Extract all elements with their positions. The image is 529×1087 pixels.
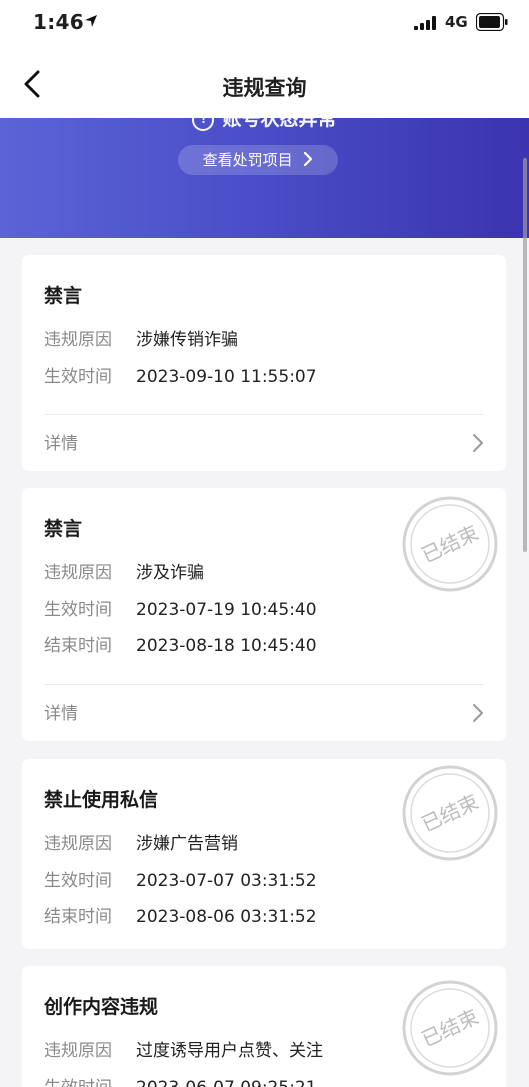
violation-type: 禁言: [44, 518, 83, 540]
effective-time-row: 生效时间2023-06-07 09:25:21: [44, 1073, 317, 1087]
details-link[interactable]: 详情: [22, 685, 506, 741]
row-value: 2023-08-06 03:31:52: [136, 907, 317, 927]
row-value: 涉嫌广告营销: [136, 834, 238, 854]
violation-reason-row: 违规原因 涉及诈骗: [44, 558, 204, 583]
account-status-banner: ! 账号状态异常 查看处罚项目: [0, 118, 529, 238]
end-time-row: 结束时间 2023-08-18 10:45:40: [44, 631, 317, 656]
page-title: 违规查询: [222, 76, 307, 100]
violation-card: 创作内容违规 已结束 违规原因 过度诱导用户点赞、关注 生效时间2023-06-0…: [22, 966, 506, 1087]
row-label: 违规原因: [44, 330, 112, 350]
violation-reason-row: 违规原因 过度诱导用户点赞、关注: [44, 1036, 323, 1061]
effective-time-row: 生效时间 2023-07-19 10:45:40: [44, 595, 317, 620]
violation-reason-row: 违规原因 涉嫌传销诈骗: [44, 325, 238, 350]
row-label: 违规原因: [44, 834, 112, 854]
violation-type: 创作内容违规: [44, 996, 159, 1018]
view-penalties-button[interactable]: 查看处罚项目: [178, 145, 338, 175]
status-time: 1:46: [33, 10, 84, 34]
details-label: 详情: [44, 704, 78, 724]
violation-card: 禁言 已结束 违规原因 涉及诈骗 生效时间 2023-07-19 10:45:40 …: [22, 488, 506, 741]
nav-bar: 违规查询: [0, 52, 529, 118]
row-label: 结束时间: [44, 636, 112, 656]
row-value: 2023-08-18 10:45:40: [136, 636, 317, 656]
chevron-right-icon: [473, 704, 483, 722]
row-value: 2023-06-07 09:25:21: [136, 1078, 317, 1087]
chevron-right-icon: [304, 151, 313, 167]
ended-stamp: 已结束: [402, 980, 498, 1076]
effective-time-row: 生效时间 2023-09-10 11:55:07: [44, 362, 317, 387]
violation-card: 禁止使用私信 已结束 违规原因 涉嫌广告营销 生效时间 2023-07-07 03:…: [22, 759, 506, 949]
row-label: 违规原因: [44, 1041, 112, 1061]
row-label: 结束时间: [44, 907, 112, 927]
row-value: 涉及诈骗: [136, 563, 204, 583]
row-value: 2023-07-07 03:31:52: [136, 871, 317, 891]
row-value: 过度诱导用户点赞、关注: [136, 1041, 323, 1061]
row-label: 生效时间: [44, 600, 112, 620]
ended-stamp: 已结束: [402, 496, 498, 592]
stamp-text: 已结束: [418, 520, 483, 567]
violation-card: 禁言 违规原因 涉嫌传销诈骗 生效时间 2023-09-10 11:55:07 详情: [22, 255, 506, 471]
row-label: 违规原因: [44, 563, 112, 583]
violation-type: 禁止使用私信: [44, 789, 159, 811]
effective-time-row: 生效时间 2023-07-07 03:31:52: [44, 866, 317, 891]
row-label: 生效时间: [44, 1073, 136, 1087]
network-type: 4G: [445, 13, 468, 31]
view-penalties-label: 查看处罚项目: [202, 151, 293, 169]
stamp-text: 已结束: [418, 1004, 483, 1051]
info-circle-icon: !: [192, 118, 215, 131]
status-bar: 1:46 4G: [0, 0, 529, 52]
battery-icon: [476, 13, 508, 31]
location-arrow-icon: [85, 15, 97, 27]
violation-type: 禁言: [44, 285, 83, 307]
scrollbar[interactable]: [523, 158, 527, 552]
details-label: 详情: [44, 434, 78, 454]
row-value: 2023-09-10 11:55:07: [136, 367, 317, 387]
account-status: ! 账号状态异常: [0, 118, 529, 131]
row-label: 生效时间: [44, 367, 112, 387]
account-status-text: 账号状态异常: [222, 118, 337, 130]
stamp-text: 已结束: [418, 789, 483, 836]
violation-reason-row: 违规原因 涉嫌广告营销: [44, 829, 238, 854]
row-label: 生效时间: [44, 871, 112, 891]
end-time-row: 结束时间 2023-08-06 03:31:52: [44, 902, 317, 927]
details-link[interactable]: 详情: [22, 415, 506, 471]
row-value: 2023-07-19 10:45:40: [136, 600, 317, 620]
chevron-right-icon: [473, 434, 483, 452]
ended-stamp: 已结束: [402, 765, 498, 861]
cellular-signal-icon: [414, 16, 436, 30]
row-value: 涉嫌传销诈骗: [136, 330, 238, 350]
